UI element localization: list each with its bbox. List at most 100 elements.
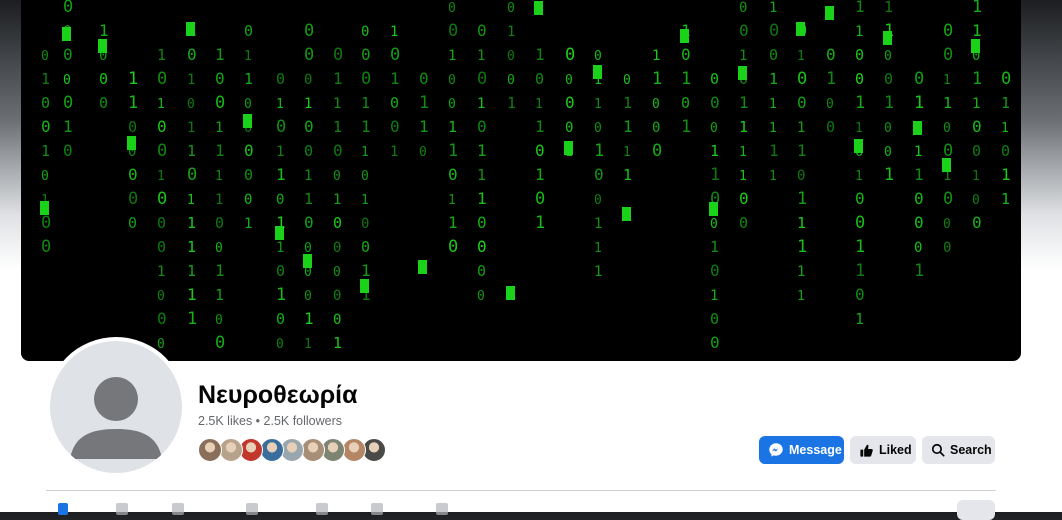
matrix-digit: 0 [215,69,225,88]
matrix-digit: 0 [41,117,51,136]
matrix-digit: 1 [128,69,138,89]
matrix-digit: 0 [797,93,807,112]
matrix-digit: 0 [419,145,427,160]
message-button[interactable]: Message [759,436,844,464]
tab-about[interactable] [116,503,128,515]
matrix-digit: 0 [710,70,719,88]
matrix-digit: 0 [63,45,73,64]
friends-who-liked[interactable] [198,438,398,464]
matrix-digit: 0 [333,265,341,280]
friend-avatar[interactable] [321,438,345,462]
matrix-digit: 0 [914,189,924,208]
matrix-digit: 1 [652,69,662,89]
matrix-digit: 1 [826,69,836,89]
matrix-digit: 1 [769,0,777,16]
matrix-digit: 0 [390,45,400,65]
friend-avatar[interactable] [218,438,243,462]
page-title: Νευροθεωρία [198,381,358,409]
matrix-digit: 0 [276,192,284,208]
matrix-digit: 0 [157,141,167,161]
matrix-digit: 0 [797,69,807,89]
search-button-label: Search [950,443,992,457]
matrix-digit: 1 [739,145,747,160]
matrix-digit: 1 [187,193,195,208]
matrix-digit: 1 [855,237,865,257]
matrix-digit: 0 [710,217,718,232]
matrix-digit: 0 [41,237,51,257]
matrix-digit: 1 [681,117,691,137]
search-button[interactable]: Search [922,436,995,464]
matrix-digit: 0 [361,169,369,184]
matrix-digit: 0 [710,310,719,328]
liked-button[interactable]: Liked [850,436,916,464]
profile-picture[interactable] [46,337,186,477]
matrix-digit: 0 [855,213,865,233]
matrix-digit: 1 [797,237,807,257]
matrix-digit: 0 [535,141,545,160]
matrix-digit: 0 [390,94,399,112]
more-options-button[interactable] [957,500,995,520]
matrix-digit: 0 [477,262,486,280]
matrix-digit: 1 [187,238,196,256]
friend-avatar[interactable] [362,438,386,462]
matrix-digit: 0 [855,285,865,304]
matrix-digit: 1 [361,145,369,160]
matrix-glow-block [360,279,369,293]
matrix-digit: 0 [972,117,982,136]
matrix-digit: 1 [769,70,778,88]
matrix-digit: 1 [855,261,865,281]
matrix-glow-block [854,139,863,153]
matrix-digit: 1 [769,141,779,160]
matrix-digit: 0 [972,213,982,232]
matrix-digit: 1 [914,261,924,281]
matrix-digit: 0 [99,70,108,88]
matrix-digit: 1 [215,286,224,304]
matrix-digit: 0 [477,237,487,256]
tab-followers[interactable] [316,503,328,515]
tab-more[interactable] [436,503,448,515]
matrix-digit: 1 [710,238,719,256]
matrix-digit: 1 [390,144,398,160]
matrix-digit: 1 [477,141,487,160]
matrix-digit: 1 [972,69,982,89]
friend-avatar[interactable] [341,438,366,462]
matrix-glow-block [303,254,312,268]
matrix-digit: 0 [41,169,49,184]
tab-photos[interactable] [371,503,383,515]
matrix-digit: 0 [477,213,487,232]
matrix-digit: 0 [565,93,575,112]
matrix-digit: 0 [594,193,602,208]
page-stats[interactable]: 2.5K likes • 2.5K followers [198,414,342,428]
matrix-digit: 0 [884,70,893,88]
matrix-digit: 1 [276,144,284,160]
friend-avatar[interactable] [239,438,263,462]
matrix-digit: 1 [304,96,312,112]
matrix-digit: 1 [304,190,313,208]
matrix-digit: 0 [972,142,981,160]
matrix-digit: 0 [855,46,864,64]
matrix-digit: 1 [187,72,195,88]
friend-avatar[interactable] [198,438,222,462]
matrix-digit: 0 [157,69,167,89]
matrix-digit: 0 [769,21,779,41]
matrix-glow-block [506,286,515,300]
messenger-icon [769,443,783,457]
tab-mentions[interactable] [172,503,184,515]
matrix-digit: 0 [448,73,456,88]
matrix-digit: 1 [276,285,286,305]
matrix-digit: 1 [507,24,515,40]
matrix-digit: 1 [333,334,342,352]
cover-photo[interactable]: 0100101000000010100011000001010010001000… [21,0,1021,361]
friend-avatar[interactable] [300,438,325,462]
matrix-digit: 1 [797,141,807,160]
matrix-digit: 1 [419,117,429,136]
matrix-digit: 0 [477,289,485,304]
matrix-digit: 0 [187,97,195,112]
tab-reviews[interactable] [246,503,258,515]
matrix-digit: 0 [333,141,343,160]
friend-avatar[interactable] [280,438,304,462]
friend-avatar[interactable] [259,438,284,462]
tab-posts[interactable] [58,503,68,515]
matrix-digit: 1 [797,264,805,280]
message-button-label: Message [789,443,842,457]
